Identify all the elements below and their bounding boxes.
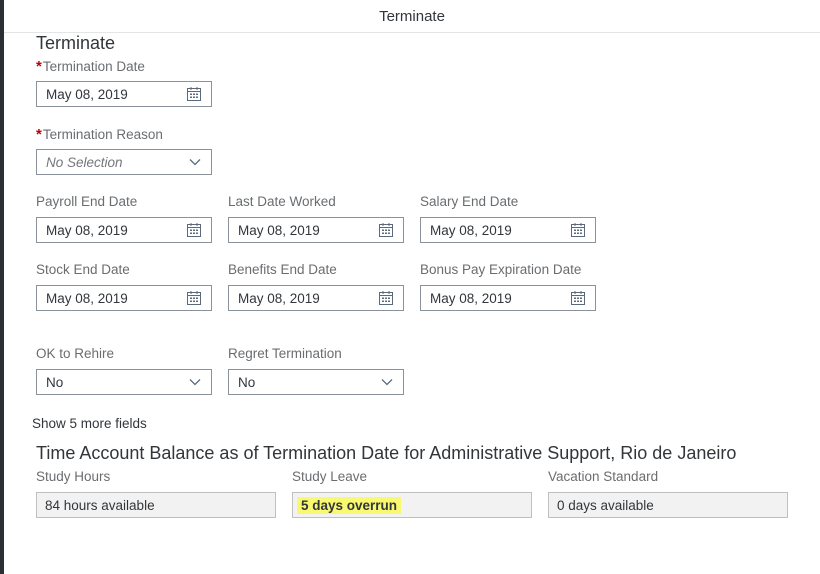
last-date-worked-field[interactable]: May 08, 2019 bbox=[228, 217, 404, 243]
dialog-title: Terminate bbox=[379, 7, 445, 25]
payroll-end-date-label: Payroll End Date bbox=[36, 194, 138, 209]
regret-termination-select[interactable]: No bbox=[228, 369, 404, 395]
salary-end-date-value: May 08, 2019 bbox=[430, 222, 512, 238]
chevron-down-icon[interactable] bbox=[188, 375, 202, 389]
payroll-end-date-field[interactable]: May 08, 2019 bbox=[36, 217, 212, 243]
window-edge bbox=[0, 0, 4, 574]
termination-date-label: *Termination Date bbox=[36, 58, 145, 75]
section-title: Terminate bbox=[36, 33, 116, 53]
bonus-pay-expiration-date-field[interactable]: May 08, 2019 bbox=[420, 285, 596, 311]
calendar-icon[interactable] bbox=[570, 290, 586, 306]
last-date-worked-label: Last Date Worked bbox=[228, 194, 336, 209]
ok-to-rehire-select[interactable]: No bbox=[36, 369, 212, 395]
calendar-icon[interactable] bbox=[186, 290, 202, 306]
termination-date-value: May 08, 2019 bbox=[46, 86, 128, 102]
required-marker: * bbox=[36, 126, 42, 143]
chevron-down-icon[interactable] bbox=[188, 155, 202, 169]
termination-reason-placeholder: No Selection bbox=[46, 154, 123, 170]
last-date-worked-value: May 08, 2019 bbox=[238, 222, 320, 238]
regret-termination-label: Regret Termination bbox=[228, 346, 342, 361]
bonus-pay-expiration-date-label: Bonus Pay Expiration Date bbox=[420, 262, 582, 277]
ok-to-rehire-value: No bbox=[46, 374, 64, 390]
bonus-pay-expiration-date-value: May 08, 2019 bbox=[430, 290, 512, 306]
study-leave-value-box: 5 days overrun bbox=[292, 492, 532, 518]
study-hours-value-box: 84 hours available bbox=[36, 492, 276, 518]
vacation-standard-value-box: 0 days available bbox=[548, 492, 788, 518]
benefits-end-date-label: Benefits End Date bbox=[228, 262, 337, 277]
calendar-icon[interactable] bbox=[570, 222, 586, 238]
termination-reason-label: *Termination Reason bbox=[36, 126, 163, 143]
stock-end-date-value: May 08, 2019 bbox=[46, 290, 128, 306]
calendar-icon[interactable] bbox=[186, 222, 202, 238]
balance-title: Time Account Balance as of Termination D… bbox=[36, 443, 737, 463]
show-more-fields-link[interactable]: Show 5 more fields bbox=[32, 416, 147, 431]
study-hours-value: 84 hours available bbox=[45, 497, 155, 513]
calendar-icon[interactable] bbox=[378, 222, 394, 238]
termination-date-field[interactable]: May 08, 2019 bbox=[36, 81, 212, 107]
salary-end-date-label: Salary End Date bbox=[420, 194, 519, 209]
regret-termination-value: No bbox=[238, 374, 256, 390]
calendar-icon[interactable] bbox=[186, 86, 202, 102]
stock-end-date-field[interactable]: May 08, 2019 bbox=[36, 285, 212, 311]
calendar-icon[interactable] bbox=[378, 290, 394, 306]
payroll-end-date-value: May 08, 2019 bbox=[46, 222, 128, 238]
stock-end-date-label: Stock End Date bbox=[36, 262, 130, 277]
benefits-end-date-field[interactable]: May 08, 2019 bbox=[228, 285, 404, 311]
vacation-standard-value: 0 days available bbox=[557, 497, 654, 513]
dialog-header: Terminate bbox=[4, 0, 820, 33]
chevron-down-icon[interactable] bbox=[380, 375, 394, 389]
vacation-standard-label: Vacation Standard bbox=[548, 469, 659, 484]
study-leave-value: 5 days overrun bbox=[297, 496, 402, 514]
study-leave-label: Study Leave bbox=[292, 469, 368, 484]
required-marker: * bbox=[36, 58, 42, 75]
study-hours-label: Study Hours bbox=[36, 469, 111, 484]
ok-to-rehire-label: OK to Rehire bbox=[36, 346, 115, 361]
benefits-end-date-value: May 08, 2019 bbox=[238, 290, 320, 306]
termination-reason-select[interactable]: No Selection bbox=[36, 149, 212, 175]
salary-end-date-field[interactable]: May 08, 2019 bbox=[420, 217, 596, 243]
